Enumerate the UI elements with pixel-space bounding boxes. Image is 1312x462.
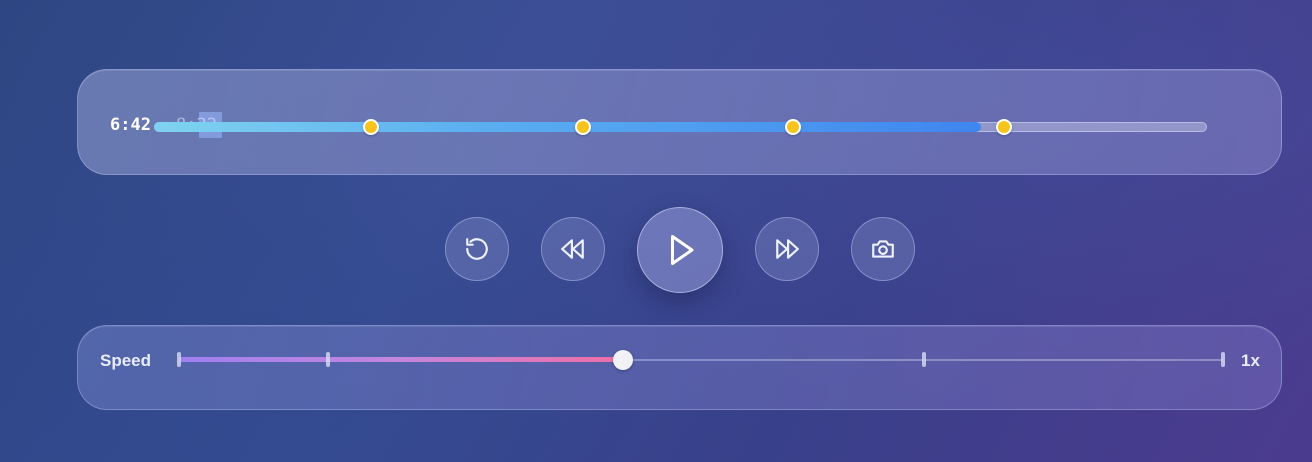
chapter-marker[interactable]: [362, 119, 379, 135]
camera-icon: [872, 240, 894, 258]
play-button[interactable]: [637, 207, 723, 293]
current-time: 6:42: [110, 115, 151, 135]
rewind-button[interactable]: [541, 217, 605, 281]
speed-tick: [326, 352, 331, 367]
progress-fill: [154, 122, 981, 132]
chapter-marker[interactable]: [574, 119, 591, 135]
speed-tick: [177, 352, 181, 367]
speed-tick: [922, 352, 927, 367]
replay-button[interactable]: [445, 217, 509, 281]
speed-label: Speed: [100, 351, 152, 370]
rotate-ccw-icon: [466, 238, 488, 260]
play-icon: [671, 235, 694, 265]
speed-slider-thumb[interactable]: [612, 350, 633, 370]
fast-forward-button[interactable]: [755, 217, 819, 281]
speed-tick: [1221, 352, 1225, 367]
speed-panel: [77, 325, 1282, 410]
chapter-marker[interactable]: [995, 119, 1012, 135]
speed-value: 1x: [1241, 351, 1260, 370]
rewind-icon: [561, 239, 584, 259]
fast-forward-icon: [776, 239, 799, 259]
screenshot-button[interactable]: [851, 217, 915, 281]
speed-slider-fill: [179, 357, 623, 362]
